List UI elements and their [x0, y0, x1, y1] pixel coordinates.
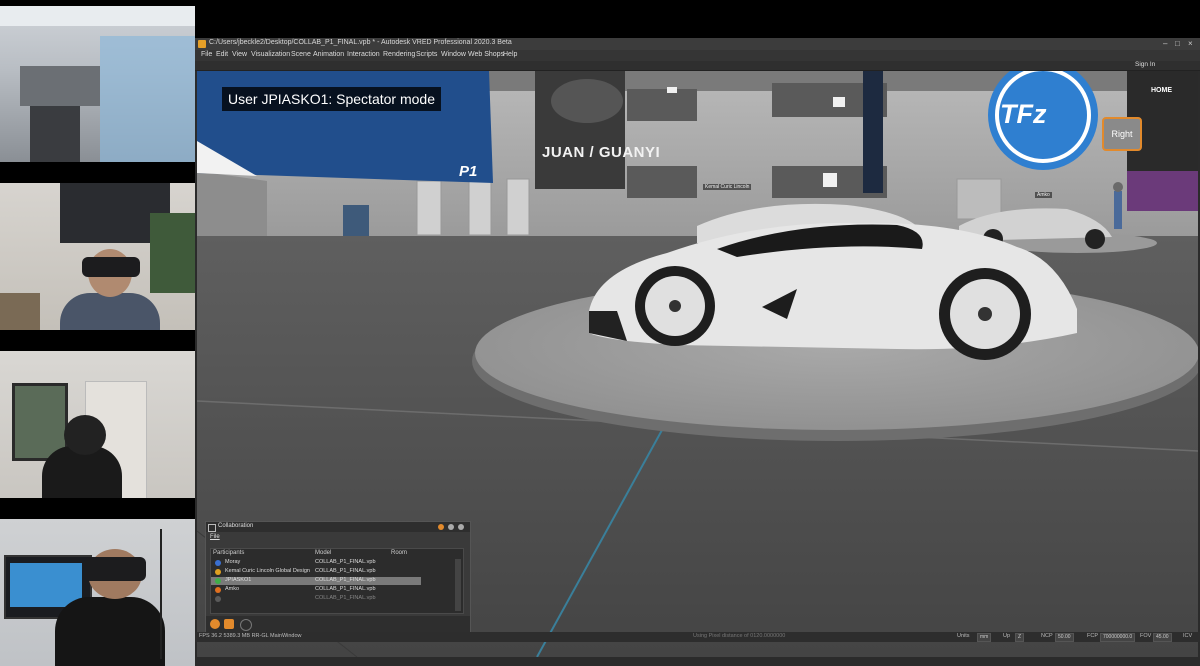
participant-model: COLLAB_P1_FINAL.vpb [315, 559, 376, 565]
participant-model: COLLAB_P1_FINAL.vpb [315, 586, 376, 592]
pointer-icon[interactable] [240, 619, 252, 631]
participant-nametag: Amko [1035, 192, 1052, 198]
units-select[interactable]: mm [977, 633, 992, 642]
title-bar: C:/Users/jbeckle2/Desktop/COLLAB_P1_FINA… [195, 38, 1200, 50]
webcam-participant-4 [0, 519, 195, 666]
menu-help[interactable]: Help [503, 51, 517, 58]
ncp-label: NCP [1041, 633, 1053, 639]
p1-badge: P1 [459, 163, 478, 180]
participant-name: Amko [225, 586, 240, 592]
participant-nametag: Kemal Curic Lincoln [703, 184, 752, 190]
up-select[interactable]: Z [1015, 633, 1025, 642]
menu-interaction[interactable]: Interaction [347, 51, 380, 58]
avatar-figure [1114, 191, 1122, 229]
participant-row[interactable]: Moray COLLAB_P1_FINAL.vpb [211, 559, 421, 567]
fps-readout: FPS 36.2 5389.3 MB RR-GL MainWindow [199, 633, 302, 639]
collaboration-title: Collaboration [218, 523, 254, 529]
close-icon[interactable] [458, 524, 464, 530]
spectator-mode-label: User JPIASKO1: Spectator mode [222, 87, 441, 111]
menu-bar: File Edit View Visualization Scene Anima… [195, 50, 1200, 61]
participant-model: COLLAB_P1_FINAL.vpb [315, 577, 376, 583]
units-label: Units [957, 633, 970, 639]
minimize-icon[interactable] [448, 524, 454, 530]
participant-row[interactable]: COLLAB_P1_FINAL.vpb [211, 595, 421, 603]
tfz-logo-text: TFz [1000, 99, 1047, 129]
home-button[interactable]: HOME [1151, 87, 1172, 94]
info-icon[interactable] [210, 619, 220, 629]
fcp-label: FCP [1087, 633, 1098, 639]
trash-bin [343, 205, 369, 237]
collaboration-panel: Collaboration File Participants Model Ro… [205, 521, 471, 633]
window-title: C:/Users/jbeckle2/Desktop/COLLAB_P1_FINA… [209, 39, 512, 46]
menu-animation[interactable]: Animation [313, 51, 344, 58]
column-participants[interactable]: Participants [213, 550, 244, 556]
toolbar: Sign In [195, 61, 1200, 71]
menu-visualization[interactable]: Visualization [251, 51, 290, 58]
fov-label: FOV [1140, 633, 1152, 639]
status-bar: FPS 36.2 5389.3 MB RR-GL MainWindow Usin… [195, 632, 1200, 642]
fcp-input[interactable]: 700000000.0 [1100, 633, 1136, 642]
maximize-icon[interactable]: □ [1175, 39, 1180, 48]
right-view-button[interactable]: Right [1102, 117, 1142, 151]
participant-row[interactable]: Amko COLLAB_P1_FINAL.vpb [211, 586, 421, 594]
up-label: Up [1003, 633, 1011, 639]
participant-model: COLLAB_P1_FINAL.vpb [315, 568, 376, 574]
vred-app-icon [198, 40, 206, 48]
sign-in-button[interactable]: Sign In [1135, 61, 1155, 68]
icv-label: ICV [1183, 633, 1193, 639]
panel-icon [208, 524, 216, 532]
vred-window: C:/Users/jbeckle2/Desktop/COLLAB_P1_FINA… [195, 38, 1200, 666]
column-room[interactable]: Room [391, 550, 407, 556]
menu-web-shops[interactable]: Web Shops [468, 51, 504, 58]
float-icon[interactable] [438, 524, 444, 530]
participant-icon [215, 578, 221, 584]
participant-name: Kemal Curic Lincoln Global Design [225, 568, 310, 574]
menu-rendering[interactable]: Rendering [383, 51, 415, 58]
participants-table: Participants Model Room Moray COLLAB_P1_… [210, 548, 464, 614]
ncp-input[interactable]: 50.00 [1055, 633, 1074, 642]
participant-model: COLLAB_P1_FINAL.vpb [315, 595, 376, 601]
close-icon[interactable]: × [1188, 39, 1193, 48]
minimize-icon[interactable]: – [1163, 39, 1167, 48]
fov-input[interactable]: 45.00 [1153, 633, 1172, 642]
menu-window[interactable]: Window [441, 51, 466, 58]
collaboration-file-menu[interactable]: File [210, 534, 220, 540]
menu-file[interactable]: File [201, 51, 212, 58]
participant-name: Moray [225, 559, 241, 565]
participant-icon [215, 596, 221, 602]
menu-view[interactable]: View [232, 51, 247, 58]
participant-icon [215, 587, 221, 593]
collaboration-header: Collaboration [206, 522, 470, 532]
sign-text: JUAN / GUANYI [542, 144, 661, 161]
menu-edit[interactable]: Edit [216, 51, 228, 58]
participant-row[interactable]: Kemal Curic Lincoln Global Design COLLAB… [211, 568, 421, 576]
column-model[interactable]: Model [315, 550, 331, 556]
webcam-participant-2 [0, 183, 195, 330]
collaboration-toolbar [206, 616, 470, 632]
participant-icon [215, 569, 221, 575]
menu-scripts[interactable]: Scripts [416, 51, 437, 58]
participant-name: JPIASKO1 [225, 577, 252, 583]
participant-icon [215, 560, 221, 566]
table-scrollbar[interactable] [455, 559, 461, 611]
menu-scene[interactable]: Scene [291, 51, 311, 58]
webcam-participant-1 [0, 6, 195, 162]
status-message: Using Pixel distance of 0120.0000000 [693, 633, 786, 639]
participant-row-selected[interactable]: JPIASKO1 COLLAB_P1_FINAL.vpb [211, 577, 421, 585]
vr-headset-icon[interactable] [224, 619, 234, 629]
render-viewport[interactable]: User JPIASKO1: Spectator mode JUAN / GUA… [197, 71, 1198, 657]
webcam-participant-3 [0, 351, 195, 498]
